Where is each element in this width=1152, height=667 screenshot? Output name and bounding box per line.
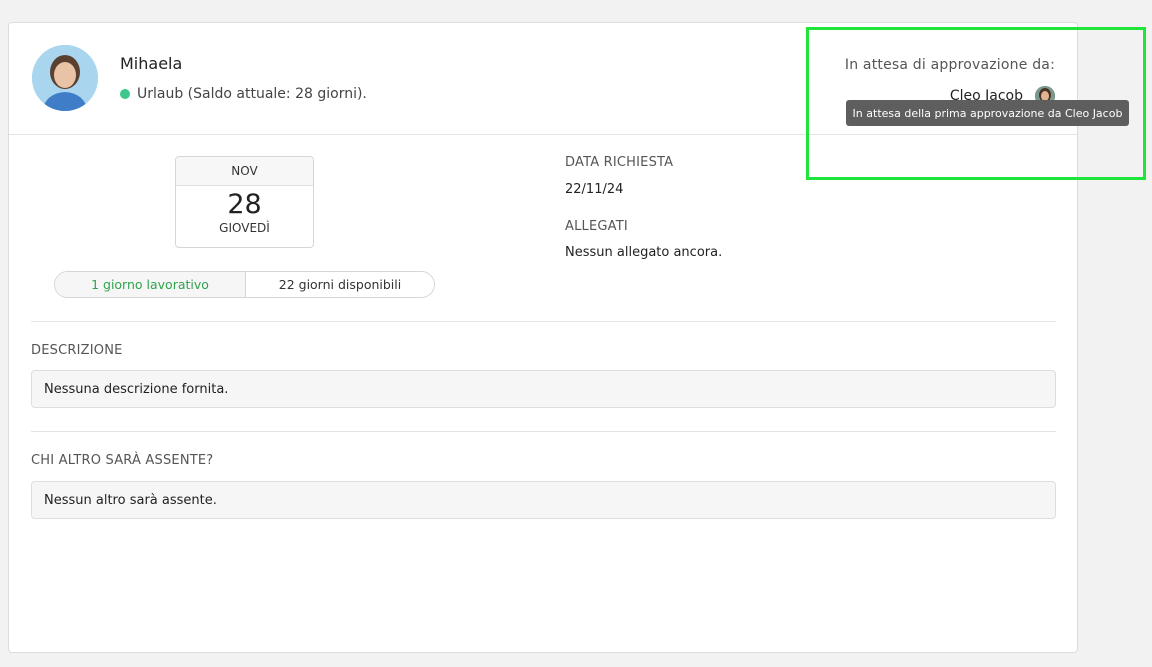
divider bbox=[31, 431, 1056, 432]
status-dot-icon bbox=[120, 89, 130, 99]
leave-status: Urlaub (Saldo attuale: 28 giorni). bbox=[120, 86, 367, 102]
attachments-value: Nessun allegato ancora. bbox=[565, 245, 723, 260]
approval-tooltip: In attesa della prima approvazione da Cl… bbox=[846, 100, 1129, 126]
calendar-weekday: GIOVEDÌ bbox=[219, 221, 270, 235]
request-date-value: 22/11/24 bbox=[565, 182, 624, 197]
absent-box: Nessun altro sarà assente. bbox=[31, 481, 1056, 519]
attachments-label: ALLEGATI bbox=[565, 219, 628, 234]
divider bbox=[31, 321, 1056, 322]
working-days: 1 giorno lavorativo bbox=[55, 272, 246, 297]
employee-name: Mihaela bbox=[120, 54, 183, 73]
approval-label: In attesa di approvazione da: bbox=[844, 57, 1055, 73]
employee-avatar bbox=[32, 45, 98, 111]
absent-label: CHI ALTRO SARÀ ASSENTE? bbox=[31, 453, 214, 468]
leave-status-text: Urlaub (Saldo attuale: 28 giorni). bbox=[137, 86, 367, 102]
days-summary: 1 giorno lavorativo 22 giorni disponibil… bbox=[54, 271, 435, 298]
calendar-day: 28 bbox=[227, 189, 262, 220]
calendar-month: NOV bbox=[176, 157, 313, 186]
description-box: Nessuna descrizione fornita. bbox=[31, 370, 1056, 408]
available-days: 22 giorni disponibili bbox=[278, 277, 402, 292]
leave-date-calendar: NOV 28 GIOVEDÌ bbox=[175, 156, 314, 248]
request-date-label: DATA RICHIESTA bbox=[565, 155, 674, 170]
description-label: DESCRIZIONE bbox=[31, 343, 123, 358]
